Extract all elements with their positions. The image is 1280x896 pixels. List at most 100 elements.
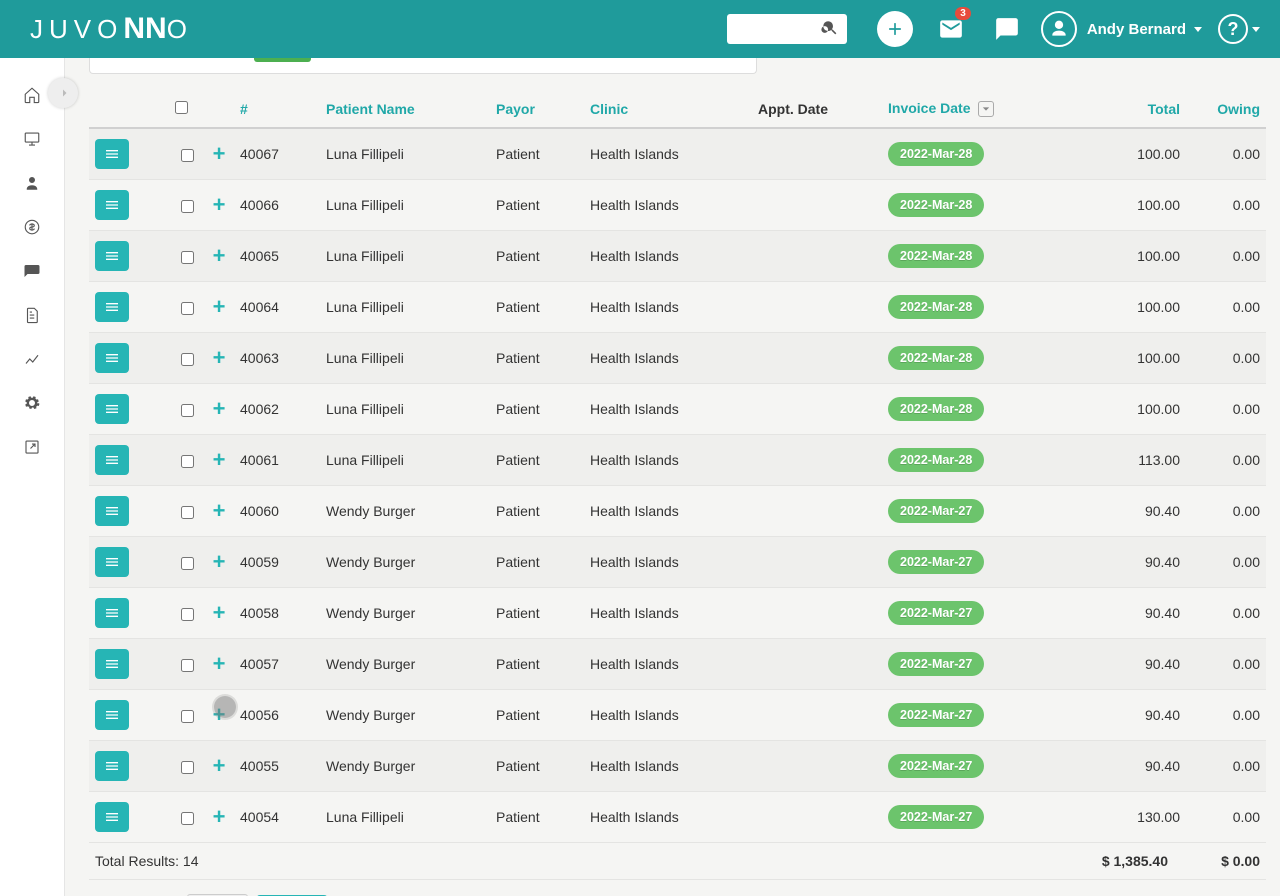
cell-invoice-date: 2022-Mar-27	[882, 537, 1086, 588]
row-expand-button[interactable]: +	[210, 502, 228, 520]
row-expand-button[interactable]: +	[210, 553, 228, 571]
user-menu[interactable]: Andy Bernard	[1041, 11, 1202, 47]
cell-patient: Wendy Burger	[320, 741, 490, 792]
row-menu-button[interactable]	[95, 802, 129, 832]
total-sum: $ 1,385.40	[1008, 853, 1168, 869]
row-expand-button[interactable]: +	[210, 451, 228, 469]
row-expand-button[interactable]: +	[210, 196, 228, 214]
cell-payor: Patient	[490, 384, 584, 435]
row-expand-button[interactable]: +	[210, 349, 228, 367]
col-num[interactable]: #	[234, 92, 320, 128]
cell-total: 90.40	[1086, 639, 1186, 690]
row-checkbox[interactable]	[181, 251, 194, 264]
row-checkbox[interactable]	[181, 659, 194, 672]
row-checkbox[interactable]	[181, 710, 194, 723]
row-checkbox[interactable]	[181, 302, 194, 315]
row-expand-button[interactable]: +	[210, 808, 228, 826]
row-checkbox[interactable]	[181, 200, 194, 213]
col-patient[interactable]: Patient Name	[320, 92, 490, 128]
cell-invoice-date: 2022-Mar-27	[882, 588, 1086, 639]
select-all-checkbox[interactable]	[175, 101, 188, 114]
cell-payor: Patient	[490, 231, 584, 282]
cell-patient: Luna Fillipeli	[320, 128, 490, 180]
col-appt-date[interactable]: Appt. Date	[752, 92, 882, 128]
mail-button[interactable]: 3	[933, 11, 969, 47]
row-menu-button[interactable]	[95, 139, 129, 169]
cell-owing: 0.00	[1186, 435, 1266, 486]
row-menu-button[interactable]	[95, 649, 129, 679]
row-menu-button[interactable]	[95, 445, 129, 475]
help-button[interactable]: ?	[1218, 14, 1248, 44]
filter-panel	[89, 58, 757, 74]
cell-appt-date	[752, 741, 882, 792]
row-checkbox[interactable]	[181, 506, 194, 519]
table-row: + 40067 Luna Fillipeli Patient Health Is…	[89, 128, 1266, 180]
collapse-sidebar-button[interactable]	[48, 78, 78, 108]
cell-invoice-date: 2022-Mar-28	[882, 128, 1086, 180]
nav-documents[interactable]	[17, 300, 47, 330]
row-checkbox[interactable]	[181, 353, 194, 366]
row-checkbox[interactable]	[181, 812, 194, 825]
cell-payor: Patient	[490, 435, 584, 486]
sidebar	[0, 58, 65, 896]
chat-button[interactable]	[989, 11, 1025, 47]
col-clinic[interactable]: Clinic	[584, 92, 752, 128]
cell-total: 100.00	[1086, 282, 1186, 333]
row-menu-button[interactable]	[95, 241, 129, 271]
nav-external[interactable]	[17, 432, 47, 462]
row-checkbox[interactable]	[181, 404, 194, 417]
nav-messages[interactable]	[17, 256, 47, 286]
cell-invoice-date: 2022-Mar-28	[882, 384, 1086, 435]
row-expand-button[interactable]: +	[210, 298, 228, 316]
cell-owing: 0.00	[1186, 282, 1266, 333]
row-menu-button[interactable]	[95, 190, 129, 220]
add-button[interactable]	[877, 11, 913, 47]
cell-invoice-date: 2022-Mar-28	[882, 333, 1086, 384]
row-expand-button[interactable]: +	[210, 247, 228, 265]
nav-billing[interactable]	[17, 212, 47, 242]
row-checkbox[interactable]	[181, 608, 194, 621]
search-input[interactable]	[727, 14, 847, 44]
cell-payor: Patient	[490, 486, 584, 537]
cell-appt-date	[752, 231, 882, 282]
row-menu-button[interactable]	[95, 496, 129, 526]
row-menu-button[interactable]	[95, 343, 129, 373]
row-expand-button[interactable]: +	[210, 604, 228, 622]
col-total[interactable]: Total	[1086, 92, 1186, 128]
col-owing[interactable]: Owing	[1186, 92, 1266, 128]
row-checkbox[interactable]	[181, 455, 194, 468]
row-menu-button[interactable]	[95, 292, 129, 322]
row-expand-button[interactable]: +	[210, 706, 228, 724]
table-row: + 40063 Luna Fillipeli Patient Health Is…	[89, 333, 1266, 384]
row-expand-button[interactable]: +	[210, 145, 228, 163]
invoice-date-pill: 2022-Mar-27	[888, 703, 984, 727]
nav-patients[interactable]	[17, 168, 47, 198]
nav-reports[interactable]	[17, 344, 47, 374]
nav-home[interactable]	[17, 80, 47, 110]
cell-num: 40059	[234, 537, 320, 588]
row-menu-button[interactable]	[95, 751, 129, 781]
row-menu-button[interactable]	[95, 547, 129, 577]
row-expand-button[interactable]: +	[210, 757, 228, 775]
filter-active-tab	[254, 58, 311, 62]
col-invoice-date[interactable]: Invoice Date	[882, 92, 1086, 128]
col-payor[interactable]: Payor	[490, 92, 584, 128]
nav-monitor[interactable]	[17, 124, 47, 154]
row-checkbox[interactable]	[181, 149, 194, 162]
row-menu-button[interactable]	[95, 700, 129, 730]
cell-num: 40064	[234, 282, 320, 333]
table-row: + 40064 Luna Fillipeli Patient Health Is…	[89, 282, 1266, 333]
cell-clinic: Health Islands	[584, 333, 752, 384]
row-menu-button[interactable]	[95, 598, 129, 628]
row-expand-button[interactable]: +	[210, 400, 228, 418]
row-checkbox[interactable]	[181, 761, 194, 774]
cell-patient: Wendy Burger	[320, 588, 490, 639]
row-checkbox[interactable]	[181, 557, 194, 570]
row-expand-button[interactable]: +	[210, 655, 228, 673]
cell-patient: Wendy Burger	[320, 690, 490, 741]
nav-settings[interactable]	[17, 388, 47, 418]
cell-appt-date	[752, 588, 882, 639]
row-menu-button[interactable]	[95, 394, 129, 424]
table-row: + 40054 Luna Fillipeli Patient Health Is…	[89, 792, 1266, 843]
cell-num: 40061	[234, 435, 320, 486]
